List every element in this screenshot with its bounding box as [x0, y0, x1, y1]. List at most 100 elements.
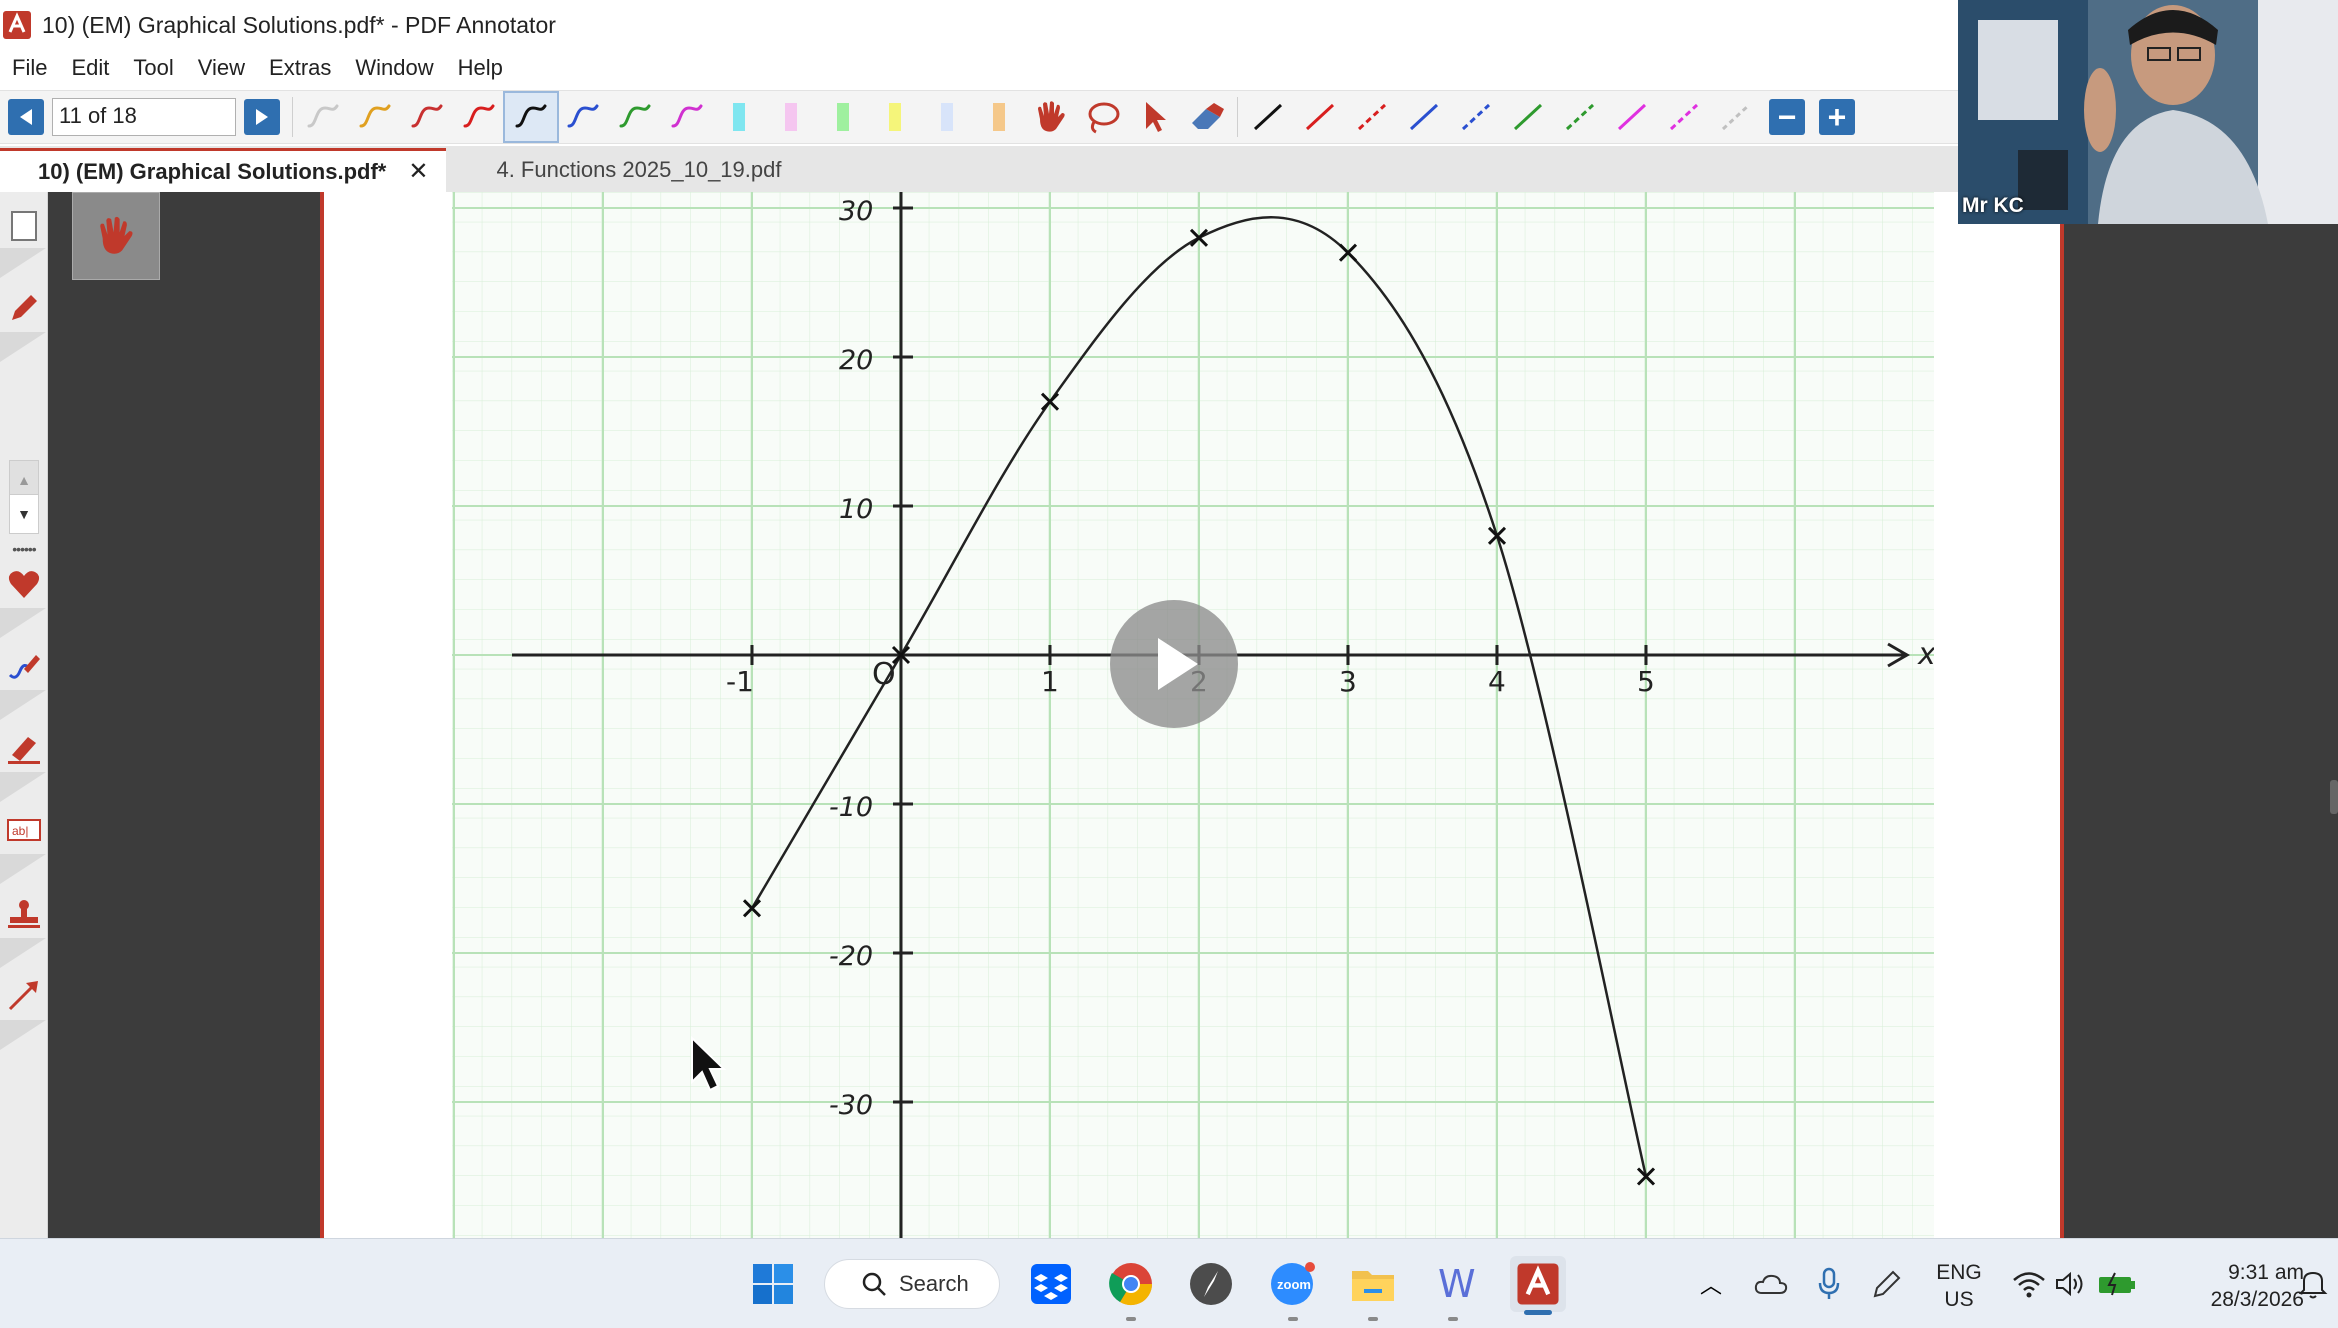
- taskbar-chrome[interactable]: [1106, 1259, 1156, 1321]
- battery-tray-icon[interactable]: [2092, 1259, 2142, 1309]
- menu-tool[interactable]: Tool: [121, 55, 185, 81]
- input-language-indicator[interactable]: ENG US: [1930, 1259, 1988, 1313]
- diagonal-arrow-icon: [8, 981, 38, 1011]
- chevron-up-icon: ▲: [17, 472, 31, 488]
- webcam-video-frame: [1958, 0, 2338, 224]
- pen-tool-magenta[interactable]: [661, 93, 713, 141]
- pen-tool-blue[interactable]: [557, 93, 609, 141]
- start-button[interactable]: [748, 1259, 798, 1309]
- tab-functions[interactable]: 4. Functions 2025_10_19.pdf: [446, 148, 799, 192]
- highlighter-orange[interactable]: [973, 93, 1025, 141]
- freehand-palette-button[interactable]: [4, 646, 44, 686]
- select-tool-button[interactable]: [1129, 93, 1181, 141]
- thumbnail-hand-tool[interactable]: [72, 192, 160, 280]
- video-play-button[interactable]: [1110, 600, 1238, 728]
- highlighter-green[interactable]: [817, 93, 869, 141]
- menu-help[interactable]: Help: [446, 55, 515, 81]
- vertical-scrollbar-thumb[interactable]: [2330, 780, 2338, 814]
- dashed-line-icon: [1721, 103, 1751, 131]
- highlighter-palette-button[interactable]: [4, 728, 44, 768]
- stamp-icon: [8, 900, 40, 928]
- lasso-icon: [1088, 102, 1120, 134]
- lasso-tool-button[interactable]: [1077, 93, 1129, 141]
- menu-edit[interactable]: Edit: [59, 55, 121, 81]
- line-tool-7[interactable]: [1554, 93, 1606, 141]
- menu-window[interactable]: Window: [343, 55, 445, 81]
- line-tool-1[interactable]: [1242, 93, 1294, 141]
- page-number-field[interactable]: 11 of 18: [52, 98, 236, 136]
- text-box-button[interactable]: ab|: [4, 810, 44, 850]
- eraser-icon: [1192, 103, 1224, 129]
- palette-divider: [0, 248, 46, 278]
- pen-tool-gray[interactable]: [297, 93, 349, 141]
- line-tool-6[interactable]: [1502, 93, 1554, 141]
- highlighter-yellow[interactable]: [869, 93, 921, 141]
- pen-stroke-icon: [671, 104, 703, 128]
- y-tick-label: 30: [839, 196, 873, 227]
- search-icon: [862, 1272, 886, 1296]
- menu-extras[interactable]: Extras: [257, 55, 343, 81]
- taskbar-zoom[interactable]: zoom: [1268, 1259, 1318, 1321]
- taskbar-safari-like[interactable]: [1186, 1259, 1236, 1309]
- line-tool-2[interactable]: [1294, 93, 1346, 141]
- volume-tray-icon[interactable]: [2046, 1259, 2096, 1309]
- menu-view[interactable]: View: [186, 55, 257, 81]
- pen-tool-black[interactable]: [503, 91, 559, 143]
- hand-tool-button[interactable]: [1025, 93, 1077, 141]
- minus-icon: −: [1777, 99, 1797, 135]
- line-tool-4[interactable]: [1398, 93, 1450, 141]
- line-tool-5[interactable]: [1450, 93, 1502, 141]
- highlighter-pink[interactable]: [765, 93, 817, 141]
- pen-stroke-icon: [619, 104, 651, 128]
- next-page-button[interactable]: [244, 99, 280, 135]
- tab-label: 10) (EM) Graphical Solutions.pdf*: [38, 158, 387, 184]
- menu-file[interactable]: File: [0, 55, 59, 81]
- show-hidden-icons-button[interactable]: ︿: [1686, 1259, 1736, 1309]
- line-tool-3[interactable]: [1346, 93, 1398, 141]
- notifications-button[interactable]: [2288, 1259, 2338, 1309]
- highlighter-cyan[interactable]: [713, 93, 765, 141]
- stylus-icon: [1873, 1270, 1901, 1298]
- text-field-icon: ab|: [7, 819, 41, 841]
- taskbar-dropbox[interactable]: [1026, 1259, 1076, 1309]
- favorites-button[interactable]: [4, 564, 44, 604]
- pen-tool-red[interactable]: [401, 93, 453, 141]
- drag-handle-icon[interactable]: ••••••: [4, 541, 44, 557]
- arrow-tool-button[interactable]: [4, 976, 44, 1016]
- eraser-tool-button[interactable]: [1181, 93, 1233, 141]
- curve-pen-icon: [8, 655, 40, 679]
- mouse-cursor-icon: [691, 1036, 727, 1092]
- stamp-button[interactable]: [4, 894, 44, 934]
- page-icon[interactable]: [4, 206, 44, 246]
- close-icon[interactable]: ✕: [408, 157, 428, 186]
- bell-icon: [2298, 1271, 2328, 1299]
- zoom-out-button[interactable]: −: [1769, 99, 1805, 135]
- line-tool-10[interactable]: [1710, 93, 1762, 141]
- line-tool-9[interactable]: [1658, 93, 1710, 141]
- taskbar-file-explorer[interactable]: [1348, 1259, 1398, 1321]
- active-app-indicator: [1524, 1310, 1552, 1315]
- highlighter-lavender[interactable]: [921, 93, 973, 141]
- pen-tool-bright-red[interactable]: [453, 93, 505, 141]
- taskbar-pdf-annotator[interactable]: [1510, 1256, 1566, 1315]
- pen-tool-green[interactable]: [609, 93, 661, 141]
- webcam-overlay: Mr KC: [1958, 0, 2338, 224]
- pen-tray-icon[interactable]: [1862, 1259, 1912, 1309]
- pen-palette-button[interactable]: [4, 288, 44, 328]
- heart-icon: [8, 571, 40, 598]
- taskbar-search-box[interactable]: Search: [824, 1259, 1000, 1309]
- y-tick-label: 20: [839, 345, 873, 376]
- microphone-tray-icon[interactable]: [1804, 1259, 1854, 1309]
- palette-divider: [0, 690, 46, 720]
- previous-page-button[interactable]: [8, 99, 44, 135]
- taskbar-word-app[interactable]: W: [1428, 1259, 1478, 1321]
- palette-scroll-down[interactable]: ▼: [9, 494, 39, 534]
- tab-graphical-solutions[interactable]: 10) (EM) Graphical Solutions.pdf* ✕: [0, 148, 447, 192]
- microphone-icon: [1818, 1267, 1840, 1299]
- onedrive-tray-icon[interactable]: [1746, 1259, 1796, 1309]
- pen-tool-orange[interactable]: [349, 93, 401, 141]
- zoom-in-button[interactable]: +: [1819, 99, 1855, 135]
- system-clock[interactable]: 9:31 am 28/3/2026: [2152, 1259, 2304, 1313]
- line-tool-8[interactable]: [1606, 93, 1658, 141]
- svg-text:ab|: ab|: [12, 824, 28, 838]
